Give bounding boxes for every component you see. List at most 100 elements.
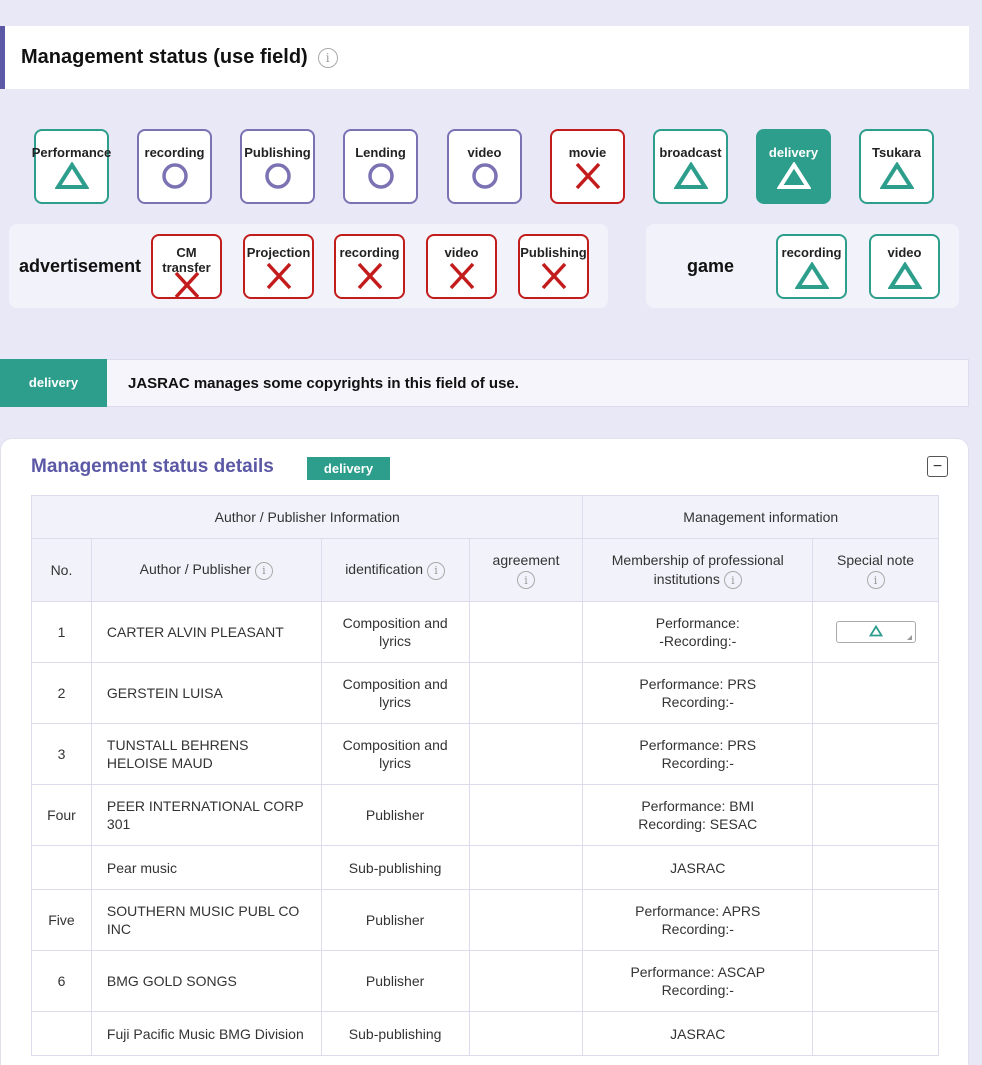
col-header-author: Author / Publisher i	[90, 538, 322, 602]
field-tile-label: video	[444, 245, 479, 260]
info-icon[interactable]: i	[866, 571, 885, 590]
cross-icon	[264, 262, 294, 295]
cell-membership: JASRAC	[582, 1011, 814, 1056]
field-tile-broadcast[interactable]: broadcast	[653, 129, 728, 204]
cell-author: Pear music	[90, 845, 322, 890]
field-tile-label: recording	[144, 145, 205, 160]
triangle-icon	[775, 161, 812, 195]
field-tile-performance[interactable]: Performance	[31, 129, 112, 204]
field-tile-label: broadcast	[659, 145, 722, 160]
table-row: Fuji Pacific Music BMG Division Sub-publi…	[31, 1011, 939, 1056]
cell-agreement	[468, 723, 584, 785]
field-tile-label: delivery	[768, 145, 819, 160]
field-tile-cm-transfer[interactable]: CM transfer	[151, 234, 222, 299]
field-tile-lending[interactable]: Lending	[343, 129, 418, 204]
field-tile-label: Publishing	[520, 245, 587, 260]
info-icon[interactable]: i	[427, 561, 446, 580]
col-header-membership: Membership of professional institutions i	[582, 538, 814, 602]
field-tile-publishing[interactable]: Publishing	[240, 129, 315, 204]
game-label: game	[687, 256, 735, 276]
field-tile-recording[interactable]: recording	[137, 129, 212, 204]
cell-agreement	[468, 784, 584, 846]
details-table: Author / Publisher Information Managemen…	[30, 495, 939, 1056]
cell-membership: Performance: BMI Recording: SESAC	[582, 784, 814, 846]
group-header-author: Author / Publisher Information	[30, 495, 584, 539]
details-title: Management status details	[31, 456, 274, 477]
table-row: Pear music Sub-publishing JASRAC	[31, 845, 939, 890]
cell-identification: Sub-publishing	[320, 845, 470, 890]
field-tile-publishing[interactable]: Publishing	[518, 234, 589, 299]
cell-membership: Performance: PRS Recording:-	[582, 723, 814, 785]
field-tile-recording[interactable]: recording	[334, 234, 405, 299]
field-tile-movie[interactable]: movie	[550, 129, 625, 204]
col-note-label: Special note	[837, 551, 915, 568]
cell-special-note	[812, 723, 939, 785]
field-tile-label: Performance	[31, 145, 112, 160]
field-tile-label: Tsukara	[872, 145, 921, 160]
col-identification-label: identification	[345, 561, 424, 578]
cell-agreement	[468, 601, 584, 663]
cell-no: Four	[31, 784, 92, 846]
cell-special-note	[812, 950, 939, 1012]
field-tile-label: video	[887, 245, 922, 260]
advertisement-label: advertisement	[19, 256, 142, 276]
cross-icon	[355, 262, 385, 295]
cell-special-note	[812, 1011, 939, 1056]
cell-no: Five	[31, 889, 92, 951]
section-header: Management status (use field) i	[0, 26, 969, 89]
special-note-button[interactable]	[835, 621, 916, 643]
cell-no: 2	[31, 662, 92, 724]
triangle-icon	[672, 161, 709, 195]
cell-identification: Composition and lyrics	[320, 723, 470, 785]
cell-agreement	[468, 1011, 584, 1056]
cell-author: GERSTEIN LUISA	[90, 662, 322, 724]
cell-identification: Publisher	[320, 950, 470, 1012]
info-icon[interactable]: i	[723, 571, 742, 590]
table-row: 6 BMG GOLD SONGS Publisher Performance: ASC…	[31, 950, 939, 1012]
field-tile-video[interactable]: video	[447, 129, 522, 204]
cell-agreement	[468, 889, 584, 951]
table-row: 3 TUNSTALL BEHRENS HELOISE MAUD Compositio…	[31, 723, 939, 785]
cross-icon	[539, 262, 569, 295]
field-tile-projection[interactable]: Projection	[243, 234, 314, 299]
table-row: 2 GERSTEIN LUISA Composition and lyrics Per…	[31, 662, 939, 724]
cell-author: Fuji Pacific Music BMG Division	[90, 1011, 322, 1056]
field-tile-delivery[interactable]: delivery	[756, 129, 831, 204]
field-tile-video[interactable]: video	[869, 234, 940, 299]
info-icon[interactable]: i	[254, 561, 273, 580]
cell-agreement	[468, 662, 584, 724]
cell-membership: Performance: APRS Recording:-	[582, 889, 814, 951]
field-tile-video[interactable]: video	[426, 234, 497, 299]
field-tile-label: Lending	[355, 145, 406, 160]
cross-icon	[447, 262, 477, 295]
field-tile-label: video	[467, 145, 502, 160]
field-tile-tsukara[interactable]: Tsukara	[859, 129, 934, 204]
triangle-icon	[878, 161, 915, 195]
field-tile-label: recording	[339, 245, 400, 260]
col-membership-label: Membership of professional institutions	[611, 551, 784, 587]
triangle-icon	[886, 261, 923, 295]
cell-special-note	[812, 784, 939, 846]
triangle-icon	[53, 161, 90, 195]
cell-special-note	[812, 845, 939, 890]
field-tile-label: Publishing	[244, 145, 311, 160]
col-header-agreement: agreement i	[468, 538, 584, 602]
triangle-icon	[793, 261, 830, 295]
cell-no: 1	[31, 601, 92, 663]
collapse-button[interactable]: −	[927, 456, 948, 477]
circle-icon	[160, 162, 190, 195]
cell-agreement	[468, 845, 584, 890]
table-row: Four PEER INTERNATIONAL CORP 301 Publisher…	[31, 784, 939, 846]
info-icon[interactable]: i	[317, 47, 338, 68]
col-header-no: No.	[31, 538, 92, 602]
details-tag: delivery	[307, 457, 390, 480]
status-banner: delivery JASRAC manages some copyrights …	[0, 358, 969, 407]
group-header-management: Management information	[582, 495, 939, 539]
col-header-special-note: Special note i	[812, 538, 939, 602]
cell-agreement	[468, 950, 584, 1012]
col-no-label: No.	[50, 561, 73, 578]
field-tile-recording[interactable]: recording	[776, 234, 847, 299]
cell-identification: Publisher	[320, 889, 470, 951]
table-row: 1 CARTER ALVIN PLEASANT Composition and ly…	[31, 601, 939, 663]
info-icon[interactable]: i	[517, 571, 535, 590]
